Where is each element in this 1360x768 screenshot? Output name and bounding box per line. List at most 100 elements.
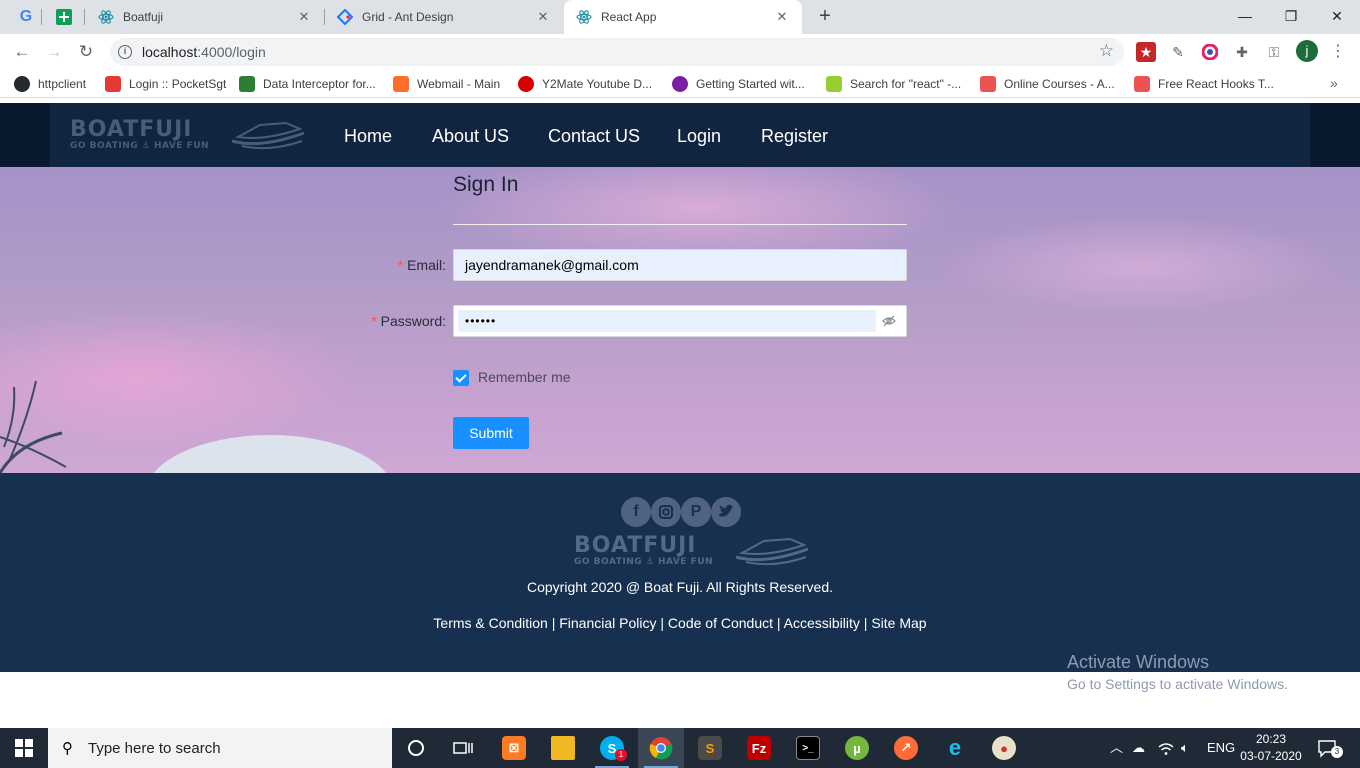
task-view-icon[interactable]: [440, 728, 486, 768]
extensions-puzzle-icon[interactable]: ✚: [1232, 42, 1252, 62]
start-button[interactable]: [0, 728, 48, 768]
minimize-icon[interactable]: —: [1222, 4, 1268, 28]
close-window-icon[interactable]: ✕: [1314, 4, 1360, 28]
internet-explorer-icon[interactable]: e: [932, 728, 978, 768]
restore-icon[interactable]: ❐: [1268, 4, 1314, 28]
postman-icon[interactable]: ↗: [883, 728, 929, 768]
bookmark-label: Y2Mate Youtube D...: [542, 77, 653, 91]
required-mark: *: [397, 257, 404, 273]
sublime-text-icon[interactable]: S: [687, 728, 733, 768]
nav-register[interactable]: Register: [761, 103, 828, 167]
bookmark-webmail[interactable]: Webmail - Main: [393, 75, 500, 93]
site-map-link[interactable]: Site Map: [871, 615, 926, 631]
password-field[interactable]: ••••••: [453, 305, 907, 337]
boatfuji-logo[interactable]: BOATFUJI GO BOATING ⚓ HAVE FUN: [70, 119, 306, 153]
site-info-icon[interactable]: i: [118, 45, 132, 59]
nav-login[interactable]: Login: [656, 103, 742, 171]
show-hidden-icons[interactable]: ︿: [1110, 728, 1123, 768]
bookmark-pocketsgt[interactable]: Login :: PocketSgt: [105, 75, 226, 93]
clock-time: 20:23: [1255, 732, 1287, 746]
skype-icon[interactable]: S 1: [589, 728, 635, 768]
browser-tab-strip: G Boatfuji ✕ Grid - Ant Design ✕ React A…: [0, 0, 1360, 34]
tab-title: React App: [601, 10, 657, 24]
boat-icon: [735, 537, 809, 566]
nav-about-us[interactable]: About US: [432, 103, 509, 167]
extension-shield-icon[interactable]: ★: [1136, 42, 1156, 62]
accessibility-link[interactable]: Accessibility: [784, 615, 860, 631]
utorrent-icon[interactable]: µ: [834, 728, 880, 768]
tab-separator: [84, 9, 85, 25]
password-label-text: Password: [380, 313, 443, 329]
close-tab-icon[interactable]: ✕: [296, 9, 312, 25]
ant-design-icon: [337, 9, 353, 25]
bookmark-label: Free React Hooks T...: [1158, 77, 1274, 91]
bookmark-y2mate[interactable]: Y2Mate Youtube D...: [518, 75, 652, 93]
color-extension-icon[interactable]: [1200, 42, 1220, 62]
action-center-icon[interactable]: 3: [1318, 728, 1343, 768]
email-field[interactable]: jayendramanek@gmail.com: [453, 249, 907, 281]
close-tab-icon[interactable]: ✕: [774, 9, 790, 25]
bookmark-react-hooks[interactable]: Free React Hooks T...: [1134, 75, 1274, 93]
file-explorer-icon[interactable]: [540, 728, 586, 768]
notification-badge: 3: [1331, 746, 1343, 758]
paint-icon[interactable]: ●: [981, 728, 1027, 768]
react-icon: [98, 9, 114, 25]
xampp-icon[interactable]: ⊠: [491, 728, 537, 768]
tab-title: Grid - Ant Design: [362, 10, 454, 24]
bookmark-getting-started[interactable]: Getting Started wit...: [672, 75, 805, 93]
bookmark-online-courses[interactable]: Online Courses - A...: [980, 75, 1115, 93]
twitter-icon[interactable]: [711, 497, 741, 527]
eyedropper-extension-icon[interactable]: ✎: [1168, 42, 1188, 62]
react-icon: [576, 9, 592, 25]
bookmark-search-react[interactable]: Search for "react" -...: [826, 75, 961, 93]
sign-in-title: Sign In: [453, 173, 519, 196]
new-tab-icon[interactable]: +: [814, 5, 836, 28]
facebook-icon[interactable]: f: [621, 497, 651, 527]
address-bar[interactable]: i localhost:4000/login ☆: [110, 38, 1124, 66]
tab-separator: [41, 9, 42, 25]
google-sheets-icon: [56, 9, 72, 25]
taskbar-clock[interactable]: 20:23 03-07-2020: [1236, 731, 1306, 765]
bookmark-data-interceptor[interactable]: Data Interceptor for...: [239, 75, 376, 93]
tab-react-app[interactable]: React App ✕: [564, 0, 802, 34]
remember-me-checkbox[interactable]: [453, 370, 469, 386]
filezilla-icon[interactable]: Fz: [736, 728, 782, 768]
submit-button[interactable]: Submit: [453, 417, 529, 449]
tab-ant-design[interactable]: Grid - Ant Design ✕: [325, 0, 563, 34]
onedrive-icon[interactable]: ☁: [1132, 728, 1145, 768]
bookmark-star-icon[interactable]: ☆: [1099, 41, 1114, 61]
wifi-icon[interactable]: [1158, 728, 1174, 768]
google-pinned-tab[interactable]: G: [14, 6, 38, 28]
taskbar-search[interactable]: ⚲ Type here to search: [48, 728, 392, 768]
cortana-icon[interactable]: [393, 728, 439, 768]
search-icon: ⚲: [62, 740, 73, 757]
tab-boatfuji[interactable]: Boatfuji ✕: [86, 0, 324, 34]
profile-avatar[interactable]: j: [1296, 40, 1318, 62]
footer-logo-inner: BOATFUJI GO BOATING ⚓ HAVE FUN: [574, 535, 810, 569]
terminal-icon[interactable]: >_: [785, 728, 831, 768]
eye-invisible-icon[interactable]: [882, 314, 896, 328]
pinterest-icon[interactable]: P: [681, 497, 711, 527]
financial-policy-link[interactable]: Financial Policy: [559, 615, 656, 631]
back-icon[interactable]: ←: [10, 40, 34, 64]
chrome-icon[interactable]: [638, 728, 684, 768]
interceptor-icon: [239, 76, 255, 92]
password-key-icon[interactable]: ⚿: [1264, 42, 1284, 62]
terms-link[interactable]: Terms & Condition: [433, 615, 547, 631]
nav-contact-us[interactable]: Contact US: [548, 103, 640, 167]
nav-home[interactable]: Home: [344, 103, 392, 167]
chrome-menu-icon[interactable]: ⋮: [1330, 41, 1346, 61]
bookmark-httpclient[interactable]: httpclient: [14, 75, 86, 93]
volume-icon[interactable]: 🔈︎: [1181, 728, 1189, 768]
language-indicator[interactable]: ENG: [1207, 728, 1235, 768]
y2mate-icon: [518, 76, 534, 92]
bookmarks-overflow-icon[interactable]: »: [1330, 75, 1338, 91]
sheets-pinned-tab[interactable]: [52, 6, 76, 28]
remember-me-label[interactable]: Remember me: [478, 369, 571, 385]
reload-icon[interactable]: ↻: [74, 40, 98, 64]
code-of-conduct-link[interactable]: Code of Conduct: [668, 615, 773, 631]
forward-icon[interactable]: →: [42, 40, 66, 64]
close-tab-icon[interactable]: ✕: [535, 9, 551, 25]
instagram-icon[interactable]: [651, 497, 681, 527]
required-mark: *: [371, 313, 377, 329]
